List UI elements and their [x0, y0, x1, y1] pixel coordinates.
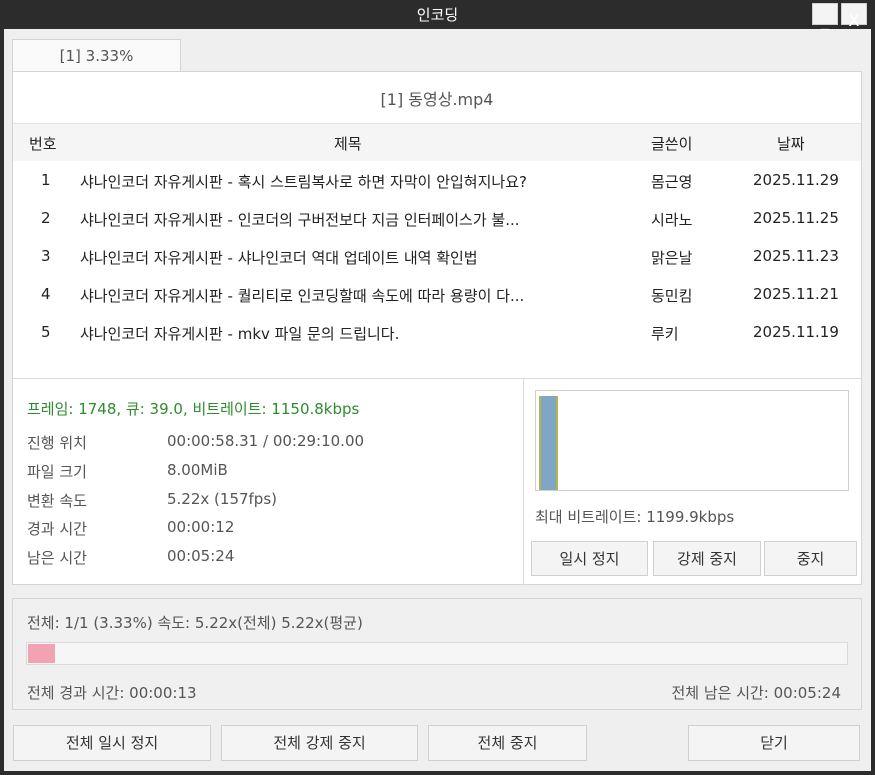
stat-label-file-size: 파일 크기: [27, 463, 87, 481]
row-author: 루키: [651, 325, 679, 343]
row-date: 2025.11.25: [753, 209, 839, 227]
force-stop-button[interactable]: 강제 중지: [653, 541, 761, 576]
overall-remaining: 전체 남은 시간: 00:05:24: [671, 684, 841, 702]
stat-label-position: 진행 위치: [27, 434, 87, 452]
row-title: 샤나인코더 자유게시판 - 혹시 스트림복사로 하면 자막이 안입혀지나요?: [80, 173, 527, 191]
force-stop-all-button[interactable]: 전체 강제 중지: [221, 725, 418, 761]
title-bar: 인코딩 _ X: [0, 0, 875, 30]
row-date: 2025.11.21: [753, 285, 839, 303]
bitrate-graph: [535, 390, 849, 491]
window-frame-bottom: [0, 771, 875, 775]
stat-label-remaining: 남은 시간: [27, 549, 87, 567]
row-number: 2: [41, 209, 51, 227]
stat-value-elapsed: 00:00:12: [167, 518, 235, 536]
row-date: 2025.11.19: [753, 323, 839, 341]
col-header-number: 번호: [29, 135, 57, 153]
stat-label-speed: 변환 속도: [27, 492, 87, 510]
max-bitrate: 최대 비트레이트: 1199.9kbps: [535, 508, 735, 526]
stop-all-button[interactable]: 전체 중지: [428, 725, 587, 761]
overall-progress-fill: [28, 644, 55, 663]
stat-value-speed: 5.22x (157fps): [167, 490, 277, 508]
overall-progress-panel: 전체: 1/1 (3.33%) 속도: 5.22x(전체) 5.22x(평균) …: [12, 598, 862, 710]
row-number: 5: [41, 323, 51, 341]
file-title: [1] 동영상.mp4: [13, 72, 861, 124]
window-frame-right: [871, 29, 875, 775]
stat-value-file-size: 8.00MiB: [167, 461, 228, 479]
row-number: 3: [41, 247, 51, 265]
table-header: 번호 제목 글쓴이 날짜: [13, 124, 861, 161]
table-row[interactable]: 1 샤나인코더 자유게시판 - 혹시 스트림복사로 하면 자막이 안입혀지나요?…: [13, 162, 861, 200]
stats-area: 프레임: 1748, 큐: 39.0, 비트레이트: 1150.8kbps 진행…: [13, 378, 861, 585]
row-author: 몸근영: [651, 173, 693, 191]
row-title: 샤나인코더 자유게시판 - 퀄리티로 인코딩할때 속도에 따라 용량이 다...: [80, 287, 525, 305]
tab-job-1[interactable]: [1] 3.33%: [12, 39, 181, 72]
minimize-button[interactable]: _: [812, 3, 838, 30]
bitrate-graph-bar: [539, 396, 558, 490]
stat-label-elapsed: 경과 시간: [27, 520, 87, 538]
row-number: 4: [41, 285, 51, 303]
close-button[interactable]: 닫기: [688, 725, 860, 761]
frame-status: 프레임: 1748, 큐: 39.0, 비트레이트: 1150.8kbps: [27, 400, 360, 418]
row-title: 샤나인코더 자유게시판 - mkv 파일 문의 드립니다.: [80, 325, 400, 343]
stats-panel: 프레임: 1748, 큐: 39.0, 비트레이트: 1150.8kbps 진행…: [13, 379, 524, 585]
row-number: 1: [41, 171, 51, 189]
col-header-author: 글쓴이: [651, 135, 693, 153]
job-panel: [1] 동영상.mp4 번호 제목 글쓴이 날짜 1 샤나인코더 자유게시판 -…: [12, 71, 862, 585]
stat-value-position: 00:00:58.31 / 00:29:10.00: [167, 432, 365, 450]
close-window-button[interactable]: X: [841, 3, 867, 30]
pause-all-button[interactable]: 전체 일시 정지: [13, 725, 211, 761]
stop-button[interactable]: 중지: [764, 541, 857, 576]
row-author: 맑은날: [651, 249, 693, 267]
window-title: 인코딩: [416, 6, 459, 24]
window-frame-left: [0, 29, 4, 775]
col-header-title: 제목: [334, 135, 362, 153]
overall-elapsed: 전체 경과 시간: 00:00:13: [27, 684, 197, 702]
row-author: 시라노: [651, 211, 693, 229]
overall-progress-bar: [26, 642, 848, 665]
encoding-window: 인코딩 _ X [1] 3.33% [1] 동영상.mp4 번호 제목 글쓴이 …: [0, 0, 875, 775]
row-date: 2025.11.23: [753, 247, 839, 265]
table-row[interactable]: 5 샤나인코더 자유게시판 - mkv 파일 문의 드립니다. 루키 2025.…: [13, 314, 861, 352]
table-row[interactable]: 4 샤나인코더 자유게시판 - 퀄리티로 인코딩할때 속도에 따라 용량이 다.…: [13, 276, 861, 314]
stat-value-remaining: 00:05:24: [167, 547, 235, 565]
row-title: 샤나인코더 자유게시판 - 샤나인코더 역대 업데이트 내역 확인법: [80, 249, 478, 267]
pause-button[interactable]: 일시 정지: [531, 541, 648, 576]
overall-summary: 전체: 1/1 (3.33%) 속도: 5.22x(전체) 5.22x(평균): [27, 614, 363, 632]
row-author: 동민킴: [651, 287, 693, 305]
col-header-date: 날짜: [777, 135, 805, 153]
row-date: 2025.11.29: [753, 171, 839, 189]
row-title: 샤나인코더 자유게시판 - 인코더의 구버전보다 지금 인터페이스가 불...: [80, 211, 520, 229]
table-row[interactable]: 3 샤나인코더 자유게시판 - 샤나인코더 역대 업데이트 내역 확인법 맑은날…: [13, 238, 861, 276]
table-row[interactable]: 2 샤나인코더 자유게시판 - 인코더의 구버전보다 지금 인터페이스가 불..…: [13, 200, 861, 238]
